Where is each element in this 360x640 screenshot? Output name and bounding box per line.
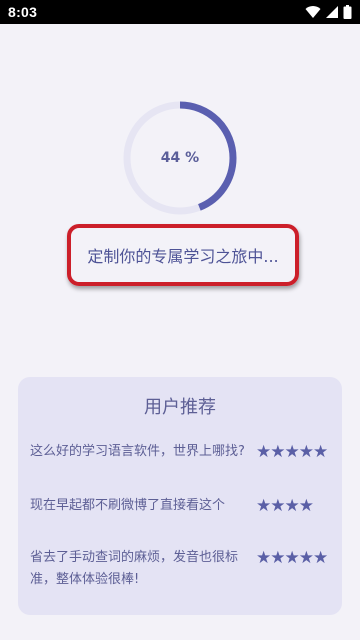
status-bar: 8:03 <box>0 0 360 24</box>
wifi-icon <box>305 5 321 19</box>
recommendations-card: 用户推荐 这么好的学习语言软件，世界上哪找? ★★★★★ 现在早起都不刷微博了直… <box>18 377 342 615</box>
cellular-signal-icon <box>325 5 339 19</box>
status-icons <box>305 5 352 19</box>
progress-ring: 44 % <box>120 98 240 218</box>
recommendations-title: 用户推荐 <box>144 397 216 418</box>
status-time: 8:03 <box>8 4 38 20</box>
star-rating: ★★★★ <box>256 496 314 516</box>
journey-status-text: 定制你的专属学习之旅中... <box>87 247 279 266</box>
review-comment: 省去了手动查词的麻烦，发音也很标准，整体体验很棒! <box>30 550 239 587</box>
review-comment: 这么好的学习语言软件，世界上哪找? <box>30 444 245 459</box>
star-rating: ★★★★★ <box>256 442 328 462</box>
review-comment: 现在早起都不刷微博了直接看这个 <box>30 498 226 513</box>
battery-icon <box>343 5 352 19</box>
journey-status-highlight: 定制你的专属学习之旅中... <box>67 224 299 286</box>
progress-percent: 44 % <box>160 150 200 166</box>
star-rating: ★★★★★ <box>256 548 328 568</box>
main-content: 44 % 定制你的专属学习之旅中... 用户推荐 这么好的学习语言软件，世界上哪… <box>0 24 360 640</box>
